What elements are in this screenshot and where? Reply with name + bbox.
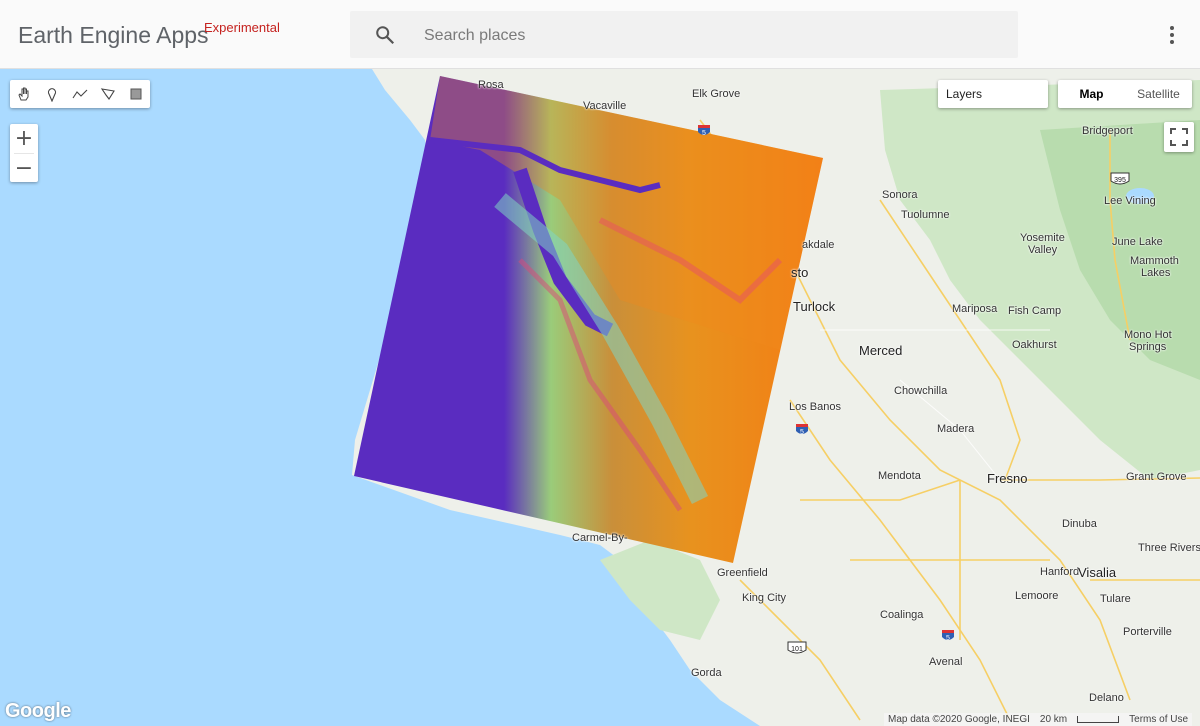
zoom-in-button[interactable]: + [10,124,38,153]
map-type-toggle: Map Satellite [1058,80,1192,108]
city-label[interactable]: akdale [802,239,834,251]
search-icon[interactable] [374,24,396,46]
fullscreen-icon [1170,128,1188,146]
more-vert-icon[interactable] [1162,22,1182,48]
city-label[interactable]: King City [742,592,786,604]
city-label[interactable]: Visalia [1078,565,1116,580]
svg-text:395: 395 [1114,177,1126,184]
city-label[interactable]: Yosemite [1020,232,1065,244]
city-label[interactable]: sto [791,265,808,280]
city-label[interactable]: Mariposa [952,303,997,315]
city-label[interactable]: Hanford [1040,566,1079,578]
city-label[interactable]: Three Rivers [1138,542,1200,554]
layers-button[interactable]: Layers [938,80,1048,108]
city-label[interactable]: Tulare [1100,593,1131,605]
city-label[interactable]: Dinuba [1062,518,1097,530]
us-395-shield: 395 [1110,172,1130,185]
city-label[interactable]: June Lake [1112,236,1163,248]
city-label[interactable]: Elk Grove [692,88,740,100]
app-title[interactable]: Earth Engine Apps [18,22,209,49]
polygon-draw-icon[interactable] [94,80,122,108]
scale-label[interactable]: 20 km [1040,713,1067,726]
city-label[interactable]: Grant Grove [1126,471,1187,483]
svg-text:5: 5 [800,429,804,436]
city-label[interactable]: Lakes [1141,267,1170,279]
map-attribution: Map data ©2020 Google, INEGI 20 km Terms… [884,713,1193,726]
city-label[interactable]: Porterville [1123,626,1172,638]
us-101-shield: 101 [787,641,807,654]
city-label[interactable]: Vacaville [583,100,626,112]
svg-text:101: 101 [791,646,803,653]
city-label[interactable]: Mendota [878,470,921,482]
city-label[interactable]: Los Banos [789,401,841,413]
search-input[interactable] [422,11,996,60]
map-canvas[interactable]: 5 395 5 101 5 Rosa Vacaville Elk Grove B… [0,69,1200,726]
interstate-5-shield: 5 [796,424,808,436]
svg-text:5: 5 [702,130,706,137]
city-label[interactable]: Mono Hot [1124,329,1172,341]
terms-link[interactable]: Terms of Use [1129,713,1188,726]
city-label[interactable]: Greenfield [717,567,768,579]
city-label[interactable]: Coalinga [880,609,923,621]
city-label[interactable]: Avenal [929,656,962,668]
map-type-satellite-button[interactable]: Satellite [1125,80,1192,108]
google-logo: Google [5,700,71,722]
map-data-text[interactable]: Map data ©2020 Google, INEGI [888,713,1030,726]
city-label[interactable]: Lee Vining [1104,195,1156,207]
city-label[interactable]: Merced [859,343,902,358]
city-label[interactable]: Bridgeport [1082,125,1133,137]
city-label[interactable]: Madera [937,423,974,435]
city-label[interactable]: Turlock [793,299,835,314]
drawing-toolbar [10,80,150,108]
city-label[interactable]: Rosa [478,79,504,91]
app-header: Earth Engine Apps Experimental [0,0,1200,69]
scale-bar [1077,716,1120,723]
city-label[interactable]: Valley [1028,244,1057,256]
experimental-badge: Experimental [204,20,280,35]
city-label[interactable]: Gorda [691,667,722,679]
interstate-5-shield: 5 [942,630,954,642]
interstate-5-shield: 5 [698,125,710,137]
pan-hand-icon[interactable] [10,80,38,108]
basemap [0,69,1200,726]
svg-text:5: 5 [946,635,950,642]
city-label[interactable]: Lemoore [1015,590,1058,602]
map-type-map-button[interactable]: Map [1058,80,1125,108]
city-label[interactable]: Mammoth [1130,255,1179,267]
point-marker-icon[interactable] [38,80,66,108]
city-label[interactable]: Carmel-By- [572,532,628,544]
fullscreen-button[interactable] [1164,122,1194,152]
city-label[interactable]: Delano [1089,692,1124,704]
zoom-out-button[interactable]: − [10,154,38,183]
city-label[interactable]: Oakhurst [1012,339,1057,351]
city-label[interactable]: Chowchilla [894,385,947,397]
city-label[interactable]: Fresno [987,471,1027,486]
city-label[interactable]: Sonora [882,189,917,201]
city-label[interactable]: Springs [1129,341,1166,353]
zoom-control: + − [10,124,38,182]
city-label[interactable]: Fish Camp [1008,305,1061,317]
line-draw-icon[interactable] [66,80,94,108]
rectangle-draw-icon[interactable] [122,80,150,108]
city-label[interactable]: Tuolumne [901,209,950,221]
search-box[interactable] [350,11,1018,60]
